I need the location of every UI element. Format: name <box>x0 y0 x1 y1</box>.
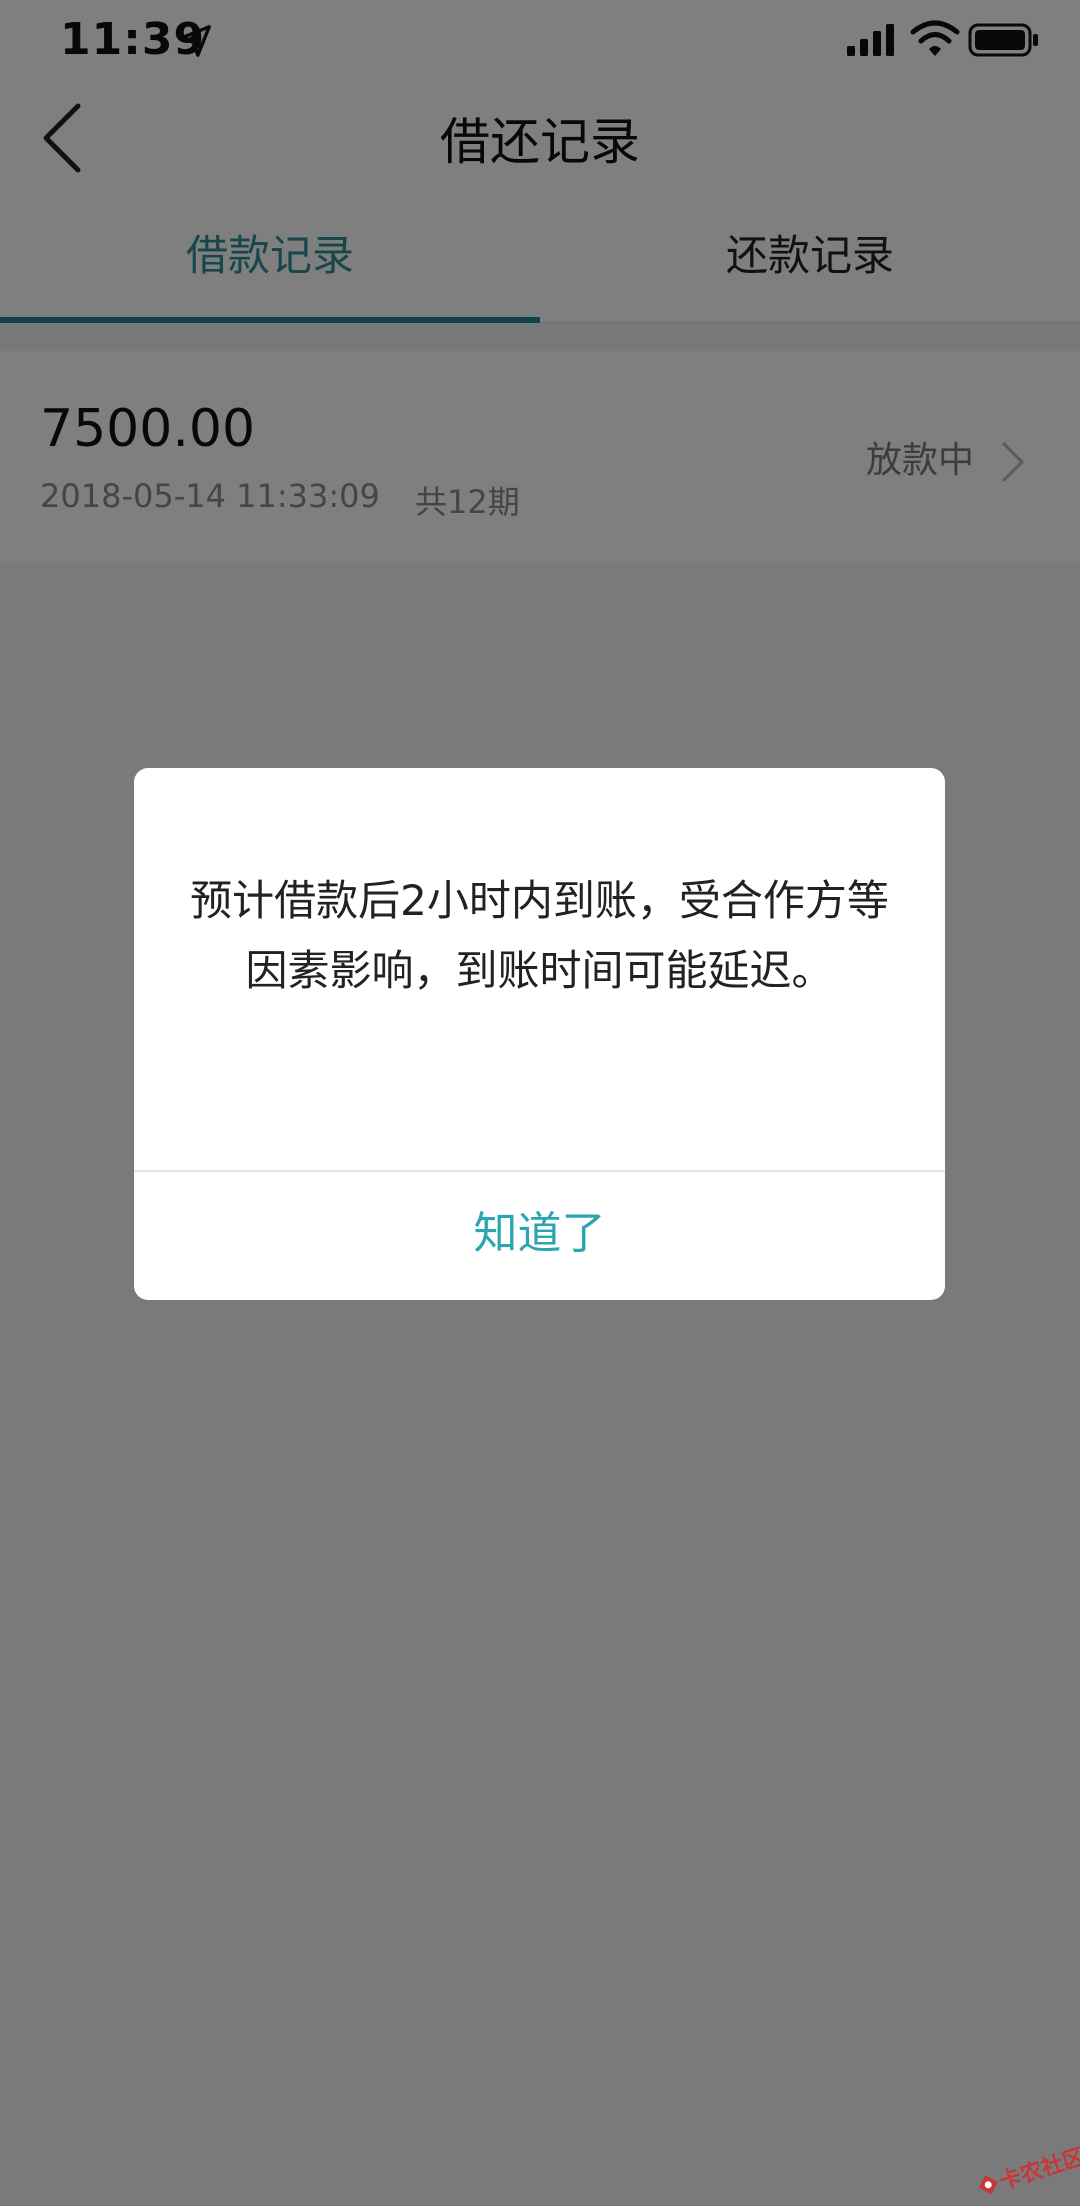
dialog-confirm-button[interactable]: 知道了 <box>134 1172 945 1300</box>
alert-dialog: 预计借款后2小时内到账，受合作方等因素影响，到账时间可能延迟。 知道了 <box>134 768 945 1300</box>
app-screen: 11:39 借还记录 借款记录 还款记录 <box>0 0 1080 2206</box>
dialog-message: 预计借款后2小时内到账，受合作方等因素影响，到账时间可能延迟。 <box>190 876 889 995</box>
